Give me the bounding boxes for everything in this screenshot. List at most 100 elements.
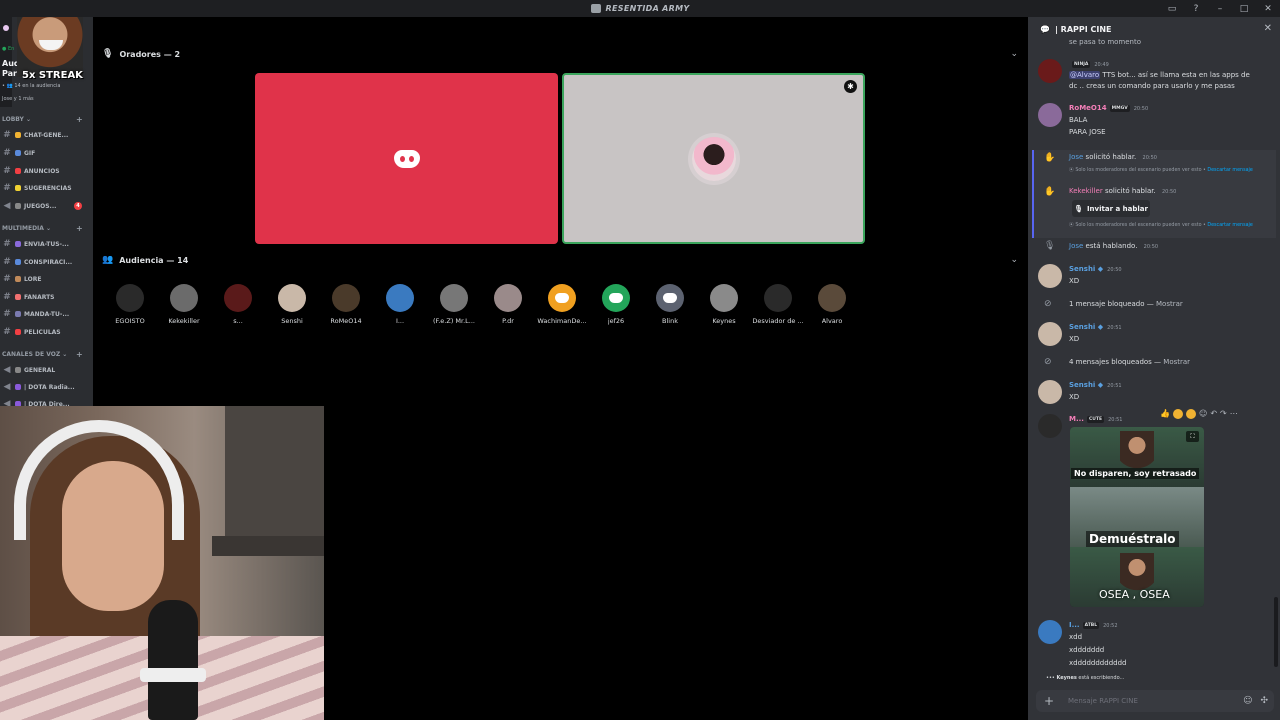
audience-member[interactable]: Senshi [265,284,319,325]
channel-chat-general[interactable]: # CHAT-GENE... [2,128,90,142]
speaker-tile-user[interactable]: ✱ [562,73,865,244]
audience-member[interactable]: Kekekiller [157,284,211,325]
meme-image[interactable]: No disparen, soy retrasado Demuéstralo O… [1070,427,1204,607]
minimize-button[interactable]: – [1208,0,1232,17]
audience-member[interactable]: s... [211,284,265,325]
audience-member-name: RoMeO14 [330,317,362,325]
add-reaction-icon[interactable]: ☺ [1199,409,1207,418]
category-voice[interactable]: CANALES DE VOZ ⌄ + [2,350,83,359]
show-blocked-link[interactable]: Mostrar [1163,358,1190,366]
channel-emoji-icon [15,329,21,335]
message-author[interactable]: Senshi ◆ 20:51 [1069,381,1122,389]
requester-name[interactable]: Jose [1069,153,1083,161]
message-author[interactable]: Senshi ◆ 20:51 [1069,323,1122,331]
channel-lore[interactable]: # LORE [2,272,90,286]
audience-member[interactable]: Keynes [697,284,751,325]
speaker-avatar [691,136,736,181]
audience-member[interactable]: jef26 [589,284,643,325]
microphone-ring [140,668,206,682]
audience-member[interactable]: (F.e.Z) Mr.L... [427,284,481,325]
message-composer[interactable]: + Mensaje RAPPI CINE ☺ ✣ [1036,690,1274,712]
audience-member[interactable]: EGOISTO [103,284,157,325]
collapse-speakers-icon[interactable]: ⌄ [1010,49,1018,59]
avatar[interactable] [1038,59,1062,83]
role-tag: NINJA [1072,60,1091,68]
avatar[interactable] [1038,264,1062,288]
channel-label: ENVIA-TUS-... [24,240,69,248]
category-multimedia[interactable]: MULTIMEDIA ⌄ + [2,224,83,233]
audience-member[interactable]: Desviador de ... [751,284,805,325]
chat-scrollbar[interactable] [1274,597,1278,667]
channel-envia-tus[interactable]: # ENVIA-TUS-... [2,237,90,251]
reaction-cry-icon[interactable] [1185,408,1196,419]
avatar[interactable] [1038,322,1062,346]
message-line-2: dc .. creas un comando para usarlo y me … [1069,82,1235,90]
emoji-icon[interactable]: ☺ [1243,696,1252,706]
server-dot-icon[interactable] [3,25,9,31]
speaker-name[interactable]: Jose [1069,242,1083,250]
voice-channel-dota-radiant[interactable]: ◀ | DOTA Radia... [2,380,90,394]
message-time: 20:50 [1161,189,1177,195]
mention[interactable]: @Alvaro [1069,71,1101,79]
help-icon[interactable]: ? [1184,0,1208,17]
avatar [494,284,522,312]
author-name: Senshi [1069,265,1096,273]
reaction-thumb-icon[interactable]: 👍 [1160,409,1170,418]
message-author[interactable]: Senshi ◆ 20:50 [1069,265,1122,273]
audience-member[interactable]: Blink [643,284,697,325]
avatar[interactable] [1038,103,1062,127]
channel-conspiraci[interactable]: # CONSPIRACI... [2,255,90,269]
apps-icon[interactable]: ✣ [1260,696,1268,706]
show-blocked-link[interactable]: Mostrar [1156,300,1183,308]
reaction-laugh-icon[interactable] [1172,408,1183,419]
category-lobby[interactable]: LOBBY ⌄ + [2,115,83,124]
audience-member[interactable]: Alvaro [805,284,859,325]
audience-member[interactable]: WachimanDe... [535,284,589,325]
channel-anuncios[interactable]: # ANUNCIOS [2,164,90,178]
hash-icon: # [3,148,11,158]
message-author[interactable]: NINJA 20:49 [1069,60,1109,68]
avatar[interactable] [1038,380,1062,404]
audience-member[interactable]: I... [373,284,427,325]
channel-gif[interactable]: # GIF [2,146,90,160]
audience-member[interactable]: P.dr [481,284,535,325]
audience-member-name: Desviador de ... [752,317,804,325]
channel-fanarts[interactable]: # FANARTS [2,290,90,304]
invite-to-speak-button[interactable]: 🎙 Invitar a hablar [1072,200,1150,217]
requester-name[interactable]: Kekekiller [1069,187,1103,195]
add-channel-icon[interactable]: + [76,224,83,233]
dismiss-link[interactable]: Descartar mensaje [1207,168,1252,173]
audience-member-name: P.dr [502,317,514,325]
dismiss-link[interactable]: Descartar mensaje [1207,223,1252,228]
message-author[interactable]: M... CUTE 20:51 [1069,415,1122,423]
audience-member-name: Keynes [712,317,736,325]
close-window-button[interactable]: ✕ [1256,0,1280,17]
audience-member[interactable]: RoMeO14 [319,284,373,325]
collapse-audience-icon[interactable]: ⌄ [1010,255,1018,265]
window-controls: ▭ ? – □ ✕ [1160,0,1280,17]
discord-logo-icon [555,293,569,303]
streak-mouth [39,40,63,50]
channel-sugerencias[interactable]: # SUGERENCIAS [2,181,90,195]
reply-icon[interactable]: ↶ [1210,409,1217,418]
forward-icon[interactable]: ↷ [1220,409,1227,418]
add-channel-icon[interactable]: + [76,115,83,124]
message-time: 20:51 [1107,383,1122,389]
add-attachment-icon[interactable]: + [1041,693,1057,709]
expand-icon[interactable]: ⛶ [1186,431,1199,442]
avatar[interactable] [1038,414,1062,438]
message-author[interactable]: I... ATBL 20:52 [1069,621,1118,629]
more-icon[interactable]: ⋯ [1230,409,1238,418]
message-author[interactable]: RoMeO14 MMGV 20:50 [1069,104,1148,112]
voice-channel-general[interactable]: ◀ GENERAL [2,363,90,377]
add-channel-icon[interactable]: + [76,350,83,359]
inbox-icon[interactable]: ▭ [1160,0,1184,17]
channel-peliculas[interactable]: # PELICULAS [2,325,90,339]
channel-emoji-icon [15,241,21,247]
maximize-button[interactable]: □ [1232,0,1256,17]
channel-manda-tu[interactable]: # MANDA-TU-... [2,307,90,321]
close-chat-icon[interactable]: ✕ [1264,23,1272,34]
channel-juegos[interactable]: ◀ JUEGOS... 4 [2,199,90,213]
speaker-tile-discord[interactable] [255,73,558,244]
avatar[interactable] [1038,620,1062,644]
